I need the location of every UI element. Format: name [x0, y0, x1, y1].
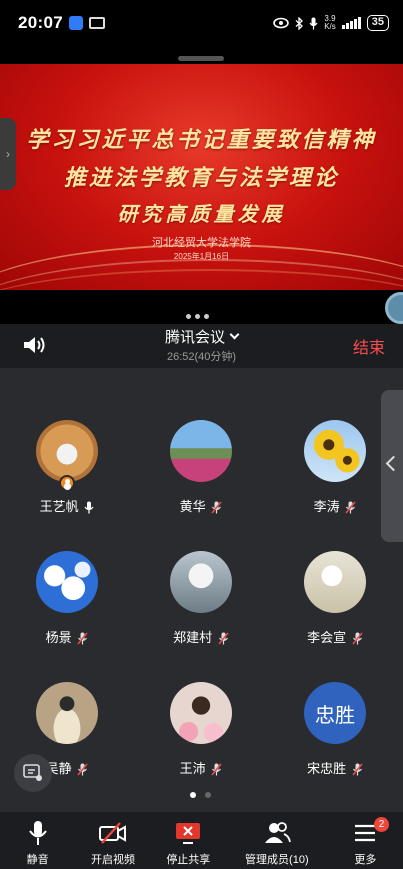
chevron-right-icon: › [6, 147, 10, 161]
participant-tile[interactable]: 李会宣 [274, 551, 394, 661]
eye-icon [273, 17, 289, 29]
more-button[interactable]: 更多 2 [328, 812, 403, 869]
chat-icon [23, 764, 42, 781]
mic-on-icon [84, 501, 94, 514]
meeting-header: 腾讯会议 26:52(40分钟) 结束 [0, 324, 403, 368]
drag-handle[interactable] [178, 56, 224, 61]
meeting-duration: 26:52(40分钟) [166, 351, 237, 363]
chevron-down-icon [229, 329, 240, 340]
banner-organization: 河北经贸大学法学院 [152, 237, 251, 249]
video-off-icon [98, 822, 126, 844]
left-expand-tab[interactable]: › [0, 118, 16, 190]
page-indicator [190, 792, 211, 798]
banner-line-3: 研究高质量发展 [117, 202, 286, 226]
dog-avatar [36, 420, 98, 482]
shared-screen-area[interactable]: 学习习近平总书记重要致信精神 推进法学教育与法学理论 研究高质量发展 河北经贸大… [0, 46, 403, 324]
mic-muted-icon [211, 763, 222, 776]
participant-name: 郑建村 [173, 630, 213, 645]
participant-grid: 王艺帆 黄华 李涛 杨景 郑建村 李会宣 吴静 王沛 忠胜 宋忠胜 [0, 368, 403, 812]
person-avatar [170, 682, 232, 744]
net-speed: 3.9 K/s [324, 14, 336, 31]
participant-name: 李涛 [313, 499, 340, 514]
status-time: 20:07 [18, 13, 63, 32]
mic-muted-icon [77, 763, 88, 776]
participant-name: 杨景 [45, 630, 72, 645]
mic-muted-icon [211, 501, 222, 514]
participant-tile[interactable]: 王艺帆 [6, 420, 126, 530]
participant-tile[interactable]: 杨景 [6, 551, 126, 661]
battery-icon: 35 [366, 15, 389, 31]
shared-screen-banner: 学习习近平总书记重要致信精神 推进法学教育与法学理论 研究高质量发展 河北经贸大… [0, 64, 403, 290]
mute-button[interactable]: 静音 [0, 812, 75, 869]
microphone-icon [28, 821, 47, 845]
participant-tile[interactable]: 忠胜 宋忠胜 [274, 682, 394, 792]
banner-line-1: 学习习近平总书记重要致信精神 [26, 127, 377, 153]
stop-share-icon [176, 823, 201, 844]
banner-date: 2025年1月16日 [173, 252, 230, 261]
mic-muted-icon [352, 763, 363, 776]
signal-icon [341, 17, 361, 29]
participant-name: 黄华 [179, 499, 206, 514]
participant-tile[interactable]: 王沛 [140, 682, 260, 792]
chat-float-button[interactable] [14, 754, 52, 792]
host-badge-icon [59, 475, 75, 491]
participant-tile[interactable]: 黄华 [140, 420, 260, 530]
sunflower-avatar [304, 420, 366, 482]
start-video-button[interactable]: 开启视频 [75, 812, 150, 869]
participant-tile[interactable]: 郑建村 [140, 551, 260, 661]
text-avatar: 忠胜 [304, 682, 366, 744]
mic-muted-icon [352, 632, 363, 645]
notification-badge: 2 [374, 817, 389, 832]
members-icon [264, 822, 291, 843]
stop-share-button[interactable]: 停止共享 [151, 812, 226, 869]
participant-name: 王沛 [179, 761, 206, 776]
mic-muted-icon [77, 632, 88, 645]
participant-name: 李会宣 [307, 630, 347, 645]
mic-muted-icon [345, 501, 356, 514]
bluetooth-icon [295, 16, 304, 30]
banner-line-2: 推进法学教育与法学理论 [63, 165, 339, 191]
mic-status-icon [309, 17, 318, 29]
still-life-avatar [304, 551, 366, 613]
status-bar: 20:07 3.9 K/s 35 [0, 0, 403, 46]
manage-members-button[interactable]: 管理成员(10) [226, 812, 328, 869]
app-notification-icon [68, 16, 83, 30]
floating-assistant-icon[interactable] [385, 292, 403, 324]
participant-tile[interactable]: 李涛 [274, 420, 394, 530]
more-dots-icon[interactable] [186, 314, 209, 319]
end-meeting-button[interactable]: 结束 [353, 334, 385, 358]
meeting-title[interactable]: 腾讯会议 [0, 326, 403, 347]
flowers-avatar [170, 551, 232, 613]
participant-name: 宋忠胜 [307, 761, 347, 776]
cast-icon [88, 17, 105, 29]
person-avatar [36, 682, 98, 744]
field-avatar [170, 420, 232, 482]
mic-muted-icon [218, 632, 229, 645]
bottom-toolbar: 静音 开启视频 停止共享 管理成员(10) 更多 2 [0, 812, 403, 869]
participant-name: 王艺帆 [39, 499, 79, 514]
cloud-avatar [36, 551, 98, 613]
